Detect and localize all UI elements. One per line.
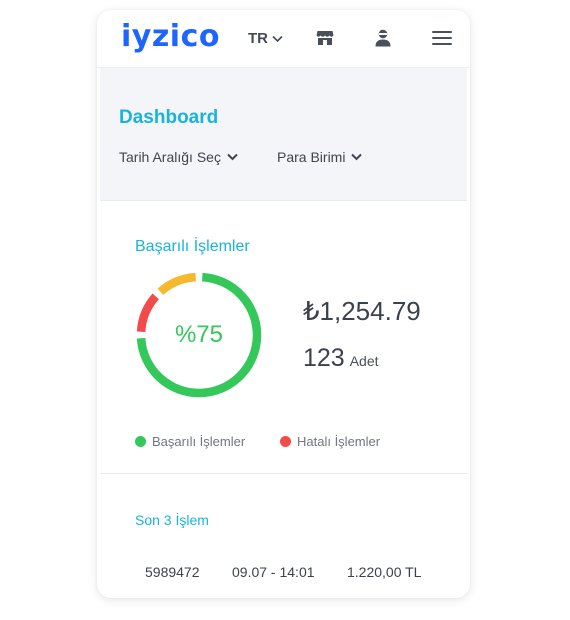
legend-failed: Hatalı İşlemler xyxy=(280,434,380,449)
user-icon[interactable] xyxy=(371,26,395,50)
language-label: TR xyxy=(248,30,268,47)
legend-label: Başarılı İşlemler xyxy=(152,434,246,449)
date-range-dropdown[interactable]: Tarih Aralığı Seç xyxy=(119,149,238,165)
transaction-count: 123 Adet xyxy=(303,344,379,373)
top-navbar: iyzico TR xyxy=(97,10,470,68)
phone-screen: iyzico TR Dashboard Tarih Aralığı Seç Pa… xyxy=(97,10,470,598)
successful-transactions-card: Başarılı İşlemler %75 ₺1,254.79 123 Adet… xyxy=(100,201,467,474)
legend-successful: Başarılı İşlemler xyxy=(135,434,245,449)
card-title: Başarılı İşlemler xyxy=(135,238,250,255)
legend-dot-red xyxy=(280,436,291,447)
count-unit: Adet xyxy=(349,353,379,369)
language-selector[interactable]: TR xyxy=(248,30,283,47)
hamburger-menu-icon[interactable] xyxy=(430,26,454,50)
iyzico-logo[interactable]: iyzico xyxy=(121,19,220,54)
last-transactions-section: Son 3 İşlem 5989472 09.07 - 14:01 1.220,… xyxy=(100,474,467,598)
chevron-down-icon xyxy=(272,35,283,42)
section-title: Son 3 İşlem xyxy=(135,512,209,528)
count-value: 123 xyxy=(303,344,345,372)
transaction-date: 09.07 - 14:01 xyxy=(232,564,315,580)
transaction-id: 5989472 xyxy=(145,564,200,580)
chevron-down-icon xyxy=(351,153,363,161)
legend-dot-green xyxy=(135,436,146,447)
store-icon[interactable] xyxy=(313,26,337,50)
legend-label: Hatalı İşlemler xyxy=(297,434,381,449)
total-amount: ₺1,254.79 xyxy=(303,296,421,326)
dashboard-header-section: Dashboard Tarih Aralığı Seç Para Birimi xyxy=(100,68,467,201)
table-row[interactable]: 5989472 09.07 - 14:01 1.220,00 TL xyxy=(100,558,467,598)
chevron-down-icon xyxy=(227,153,238,161)
currency-label: Para Birimi xyxy=(277,149,346,165)
transaction-amount: 1.220,00 TL xyxy=(347,564,422,580)
page-title: Dashboard xyxy=(119,107,219,128)
currency-dropdown[interactable]: Para Birimi xyxy=(277,149,363,165)
date-range-label: Tarih Aralığı Seç xyxy=(119,149,221,165)
success-percentage: %75 xyxy=(174,321,224,348)
